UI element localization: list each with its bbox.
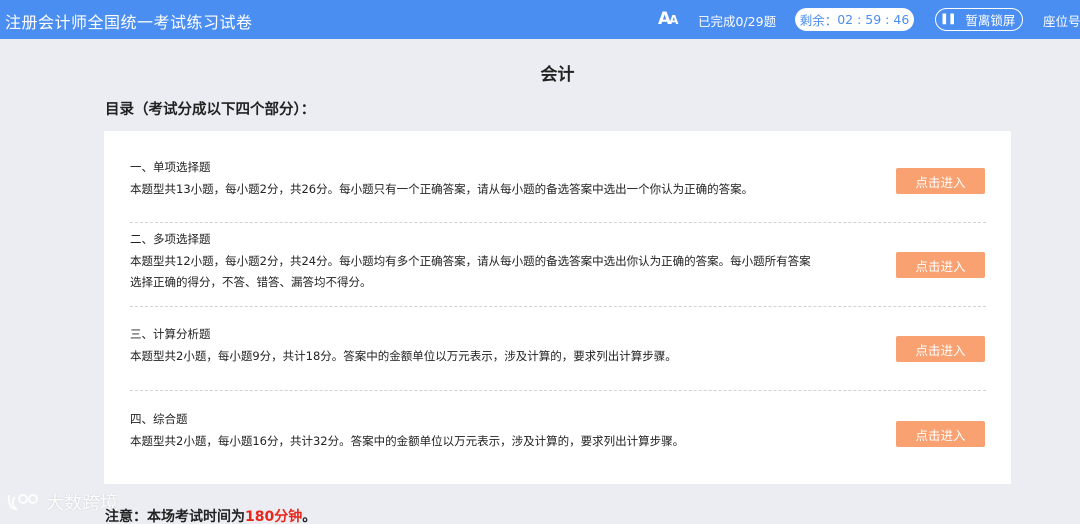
progress-counter: 已完成0/29题 [698,14,777,29]
watermark-icon [7,494,38,511]
pause-lock-button[interactable]: ▌▌ 暂离锁屏 [935,8,1023,31]
countdown-timer: 剩余： 02 : 59 : 46 [795,8,914,31]
enter-button-calculation[interactable]: 点击进入 [896,336,985,362]
section-title: 三、计算分析题 [130,327,211,341]
section-single-choice: 一、单项选择题 本题型共13小题，每小题2分，共26分。每小题只有一个正确答案，… [130,159,986,200]
divider [130,390,986,391]
sections-card: 一、单项选择题 本题型共13小题，每小题2分，共26分。每小题只有一个正确答案，… [104,131,1011,484]
divider [130,306,986,307]
section-multiple-choice: 二、多项选择题 本题型共12小题，每小题2分，共24分。每小题均有多个正确答案，… [130,231,986,293]
section-comprehensive: 四、综合题 本题型共2小题，每小题16分，共计32分。答案中的金额单位以万元表示… [130,411,986,452]
pause-label: 暂离锁屏 [965,13,1016,28]
section-description: 本题型共12小题，每小题2分，共24分。每小题均有多个正确答案，请从每小题的备选… [130,254,811,289]
notice-suffix: 。 [302,509,317,524]
pause-icon: ▌▌ [942,14,959,25]
exam-notice: 注意：本场考试时间为180分钟。 [105,506,316,524]
enter-button-comprehensive[interactable]: 点击进入 [896,421,985,447]
app-title: 注册会计师全国统一考试练习试卷 [5,13,253,32]
top-bar: 注册会计师全国统一考试练习试卷 AA 已完成0/29题 剩余： 02 : 59 … [0,0,1080,39]
section-title: 四、综合题 [130,412,188,426]
enter-button-multiple-choice[interactable]: 点击进入 [896,252,985,278]
divider [130,222,986,223]
section-description: 本题型共13小题，每小题2分，共26分。每小题只有一个正确答案，请从每小题的备选… [130,182,754,196]
toc-heading: 目录（考试分成以下四个部分）： [105,102,316,118]
section-title: 二、多项选择题 [130,232,211,246]
seat-number-label: 座位号 [1043,14,1080,29]
subject-title: 会计 [540,65,575,85]
section-description: 本题型共2小题，每小题9分，共计18分。答案中的金额单位以万元表示，涉及计算的，… [130,349,677,363]
watermark-logo: 大数跨境 [6,489,118,515]
timer-value: 02 : 59 : 46 [837,12,910,27]
notice-prefix: 注意：本场考试时间为 [105,509,245,524]
notice-duration: 180分钟 [245,509,303,524]
enter-button-single-choice[interactable]: 点击进入 [896,168,985,194]
font-size-icon[interactable]: AA [658,9,679,29]
section-title: 一、单项选择题 [130,160,211,174]
section-calculation: 三、计算分析题 本题型共2小题，每小题9分，共计18分。答案中的金额单位以万元表… [130,326,986,367]
timer-label: 剩余： [799,13,838,28]
section-description: 本题型共2小题，每小题16分，共计32分。答案中的金额单位以万元表示，涉及计算的… [130,434,685,448]
